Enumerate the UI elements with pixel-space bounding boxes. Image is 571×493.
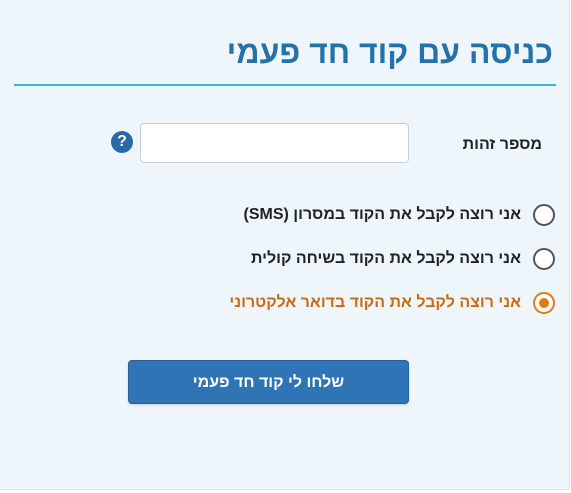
send-code-button[interactable]: שלחו לי קוד חד פעמי <box>128 360 409 404</box>
page-title: כניסה עם קוד חד פעמי <box>226 34 553 70</box>
id-number-label: מספר זהות <box>462 136 542 153</box>
option-email[interactable]: אני רוצה לקבל את הקוד בדואר אלקטרוני <box>229 288 555 318</box>
login-panel: כניסה עם קוד חד פעמי מספר זהות ? אני רוצ… <box>0 0 570 490</box>
option-voice-call[interactable]: אני רוצה לקבל את הקוד בשיחה קולית <box>251 244 555 274</box>
option-sms[interactable]: אני רוצה לקבל את הקוד במסרון (SMS) <box>244 200 555 230</box>
id-number-input[interactable] <box>140 123 409 163</box>
option-voice-call-label: אני רוצה לקבל את הקוד בשיחה קולית <box>250 250 521 267</box>
radio-email[interactable] <box>533 292 555 314</box>
title-divider <box>14 84 556 86</box>
radio-voice-call[interactable] <box>533 248 555 270</box>
option-sms-label: אני רוצה לקבל את הקוד במסרון (SMS) <box>243 206 521 223</box>
radio-sms[interactable] <box>533 204 555 226</box>
option-email-label: אני רוצה לקבל את הקוד בדואר אלקטרוני <box>229 294 521 311</box>
question-circle-icon[interactable]: ? <box>111 131 133 153</box>
